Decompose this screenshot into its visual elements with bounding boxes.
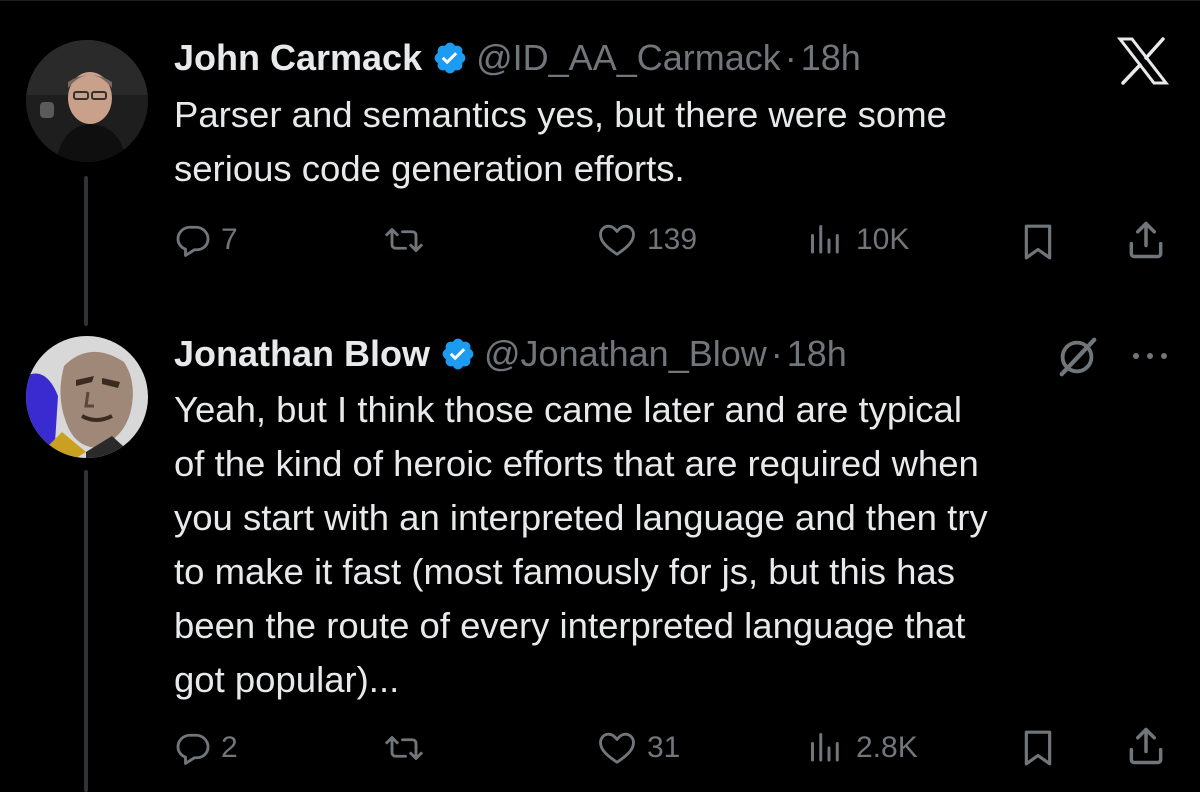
share-icon (1129, 727, 1163, 765)
avatar[interactable] (26, 336, 148, 458)
bookmark-icon (1024, 224, 1052, 260)
tweet-text: Parser and semantics yes, but there were… (174, 88, 947, 196)
x-logo-icon (1116, 37, 1170, 85)
timestamp[interactable]: 18h (787, 332, 847, 376)
display-name[interactable]: John Carmack (174, 36, 422, 80)
heart-icon (599, 732, 635, 764)
tweet-text-line: been the route of every interpreted lang… (174, 605, 966, 646)
handle[interactable]: @ID_AA_Carmack (476, 36, 781, 80)
like-button[interactable]: 31 (597, 730, 680, 766)
verified-badge-icon (440, 336, 476, 372)
top-divider (0, 0, 1200, 7)
reply-button[interactable]: 7 (175, 222, 238, 258)
like-count: 139 (647, 223, 698, 256)
views-button[interactable]: 10K (806, 222, 909, 258)
tweet-text-line: Parser and semantics yes, but there were… (174, 94, 947, 135)
tweet-text-line: got popular)... (174, 659, 400, 700)
heart-icon (599, 224, 635, 256)
timestamp[interactable]: 18h (801, 36, 861, 80)
views-icon (811, 225, 839, 254)
view-count: 10K (856, 223, 910, 256)
separator: · (770, 333, 783, 374)
like-button[interactable]: 139 (597, 222, 697, 258)
repost-button[interactable] (384, 730, 434, 766)
tweet-text: Yeah, but I think those came later and a… (174, 383, 988, 707)
tweet-text-line: you start with an interpreted language a… (174, 497, 988, 538)
reply-count: 2 (221, 731, 238, 764)
tweet-header: Jonathan Blow @Jonathan_Blow · 18h (174, 332, 847, 376)
view-count: 2.8K (856, 731, 918, 764)
verified-badge-icon (432, 40, 468, 76)
tweet-text-line: of the kind of heroic efforts that are r… (174, 443, 979, 484)
reply-icon (176, 225, 210, 257)
reply-count: 7 (221, 223, 238, 256)
handle[interactable]: @Jonathan_Blow (484, 332, 767, 376)
share-button[interactable] (1124, 218, 1168, 262)
bookmark-icon (1024, 730, 1052, 766)
share-button[interactable] (1124, 724, 1168, 768)
reply-button[interactable]: 2 (175, 730, 238, 766)
display-name[interactable]: Jonathan Blow (174, 332, 430, 376)
tweet-header: John Carmack @ID_AA_Carmack · 18h (174, 36, 861, 80)
views-button[interactable]: 2.8K (806, 730, 918, 766)
share-icon (1129, 221, 1163, 259)
grok-icon[interactable] (1054, 334, 1100, 380)
avatar[interactable] (26, 40, 148, 162)
like-count: 31 (647, 731, 681, 764)
repost-icon (385, 228, 423, 252)
more-icon[interactable] (1130, 346, 1170, 366)
thread-connector-line (84, 176, 88, 326)
repost-icon (385, 736, 423, 760)
bookmark-button[interactable] (1018, 222, 1058, 262)
thread-connector-line (84, 470, 88, 792)
tweet-text-line: to make it fast (most famously for js, b… (174, 551, 955, 592)
tweet-text-line: serious code generation efforts. (174, 148, 685, 189)
repost-button[interactable] (384, 222, 434, 258)
bookmark-button[interactable] (1018, 728, 1058, 768)
views-icon (811, 733, 839, 762)
reply-icon (176, 733, 210, 765)
tweet-text-line: Yeah, but I think those came later and a… (174, 389, 962, 430)
separator: · (784, 37, 797, 78)
